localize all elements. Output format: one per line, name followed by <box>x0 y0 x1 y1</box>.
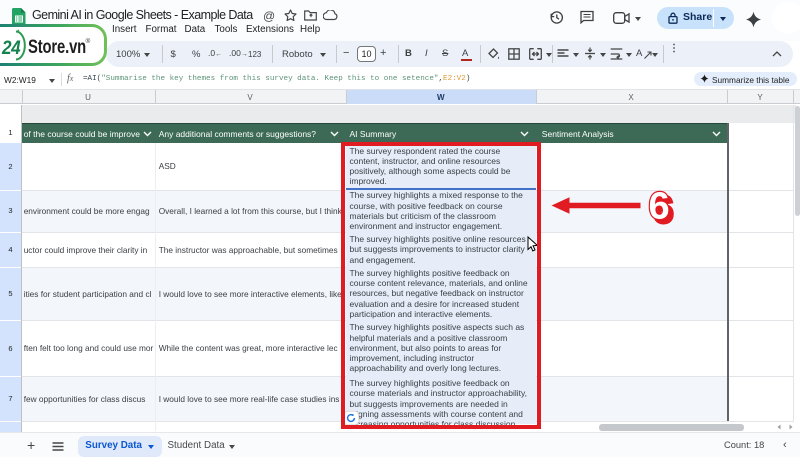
svg-text:6: 6 <box>649 186 670 228</box>
